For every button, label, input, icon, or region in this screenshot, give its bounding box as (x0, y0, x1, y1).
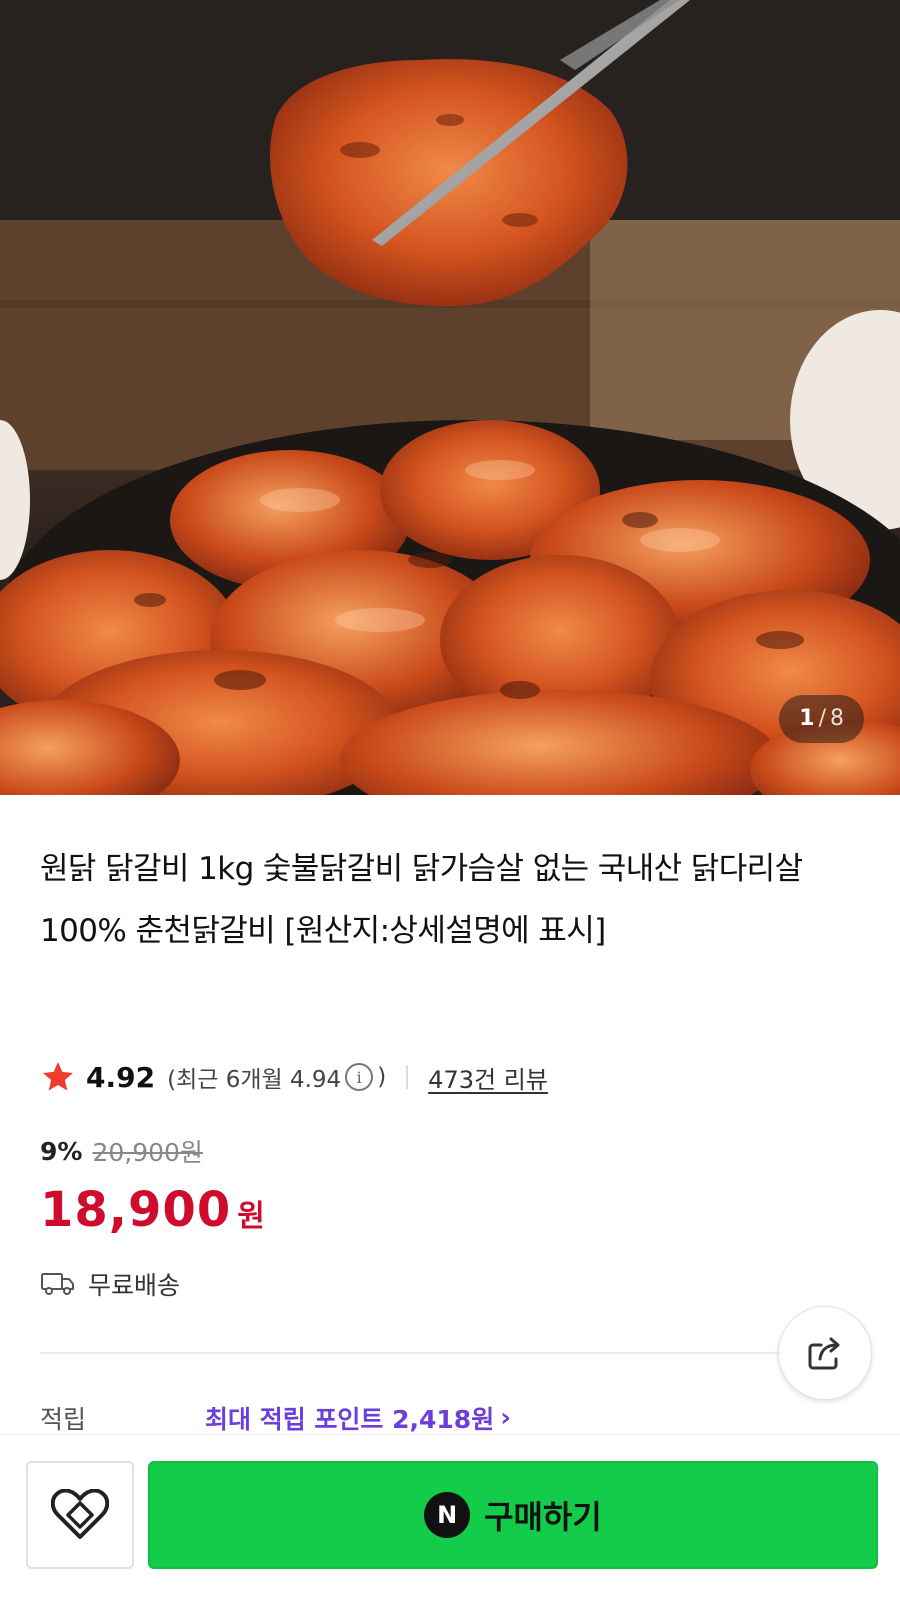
pager-separator: / (818, 706, 826, 731)
chevron-right-icon: › (500, 1403, 511, 1433)
product-image-carousel[interactable]: 1 / 8 (0, 0, 900, 795)
section-divider (40, 1352, 780, 1354)
wishlist-button[interactable] (26, 1461, 134, 1569)
star-icon (43, 1062, 73, 1091)
recent-rating: (최근 6개월 4.94 i ) (167, 1060, 386, 1094)
pager-current: 1 (799, 706, 815, 731)
sale-price: 18,900 (40, 1182, 232, 1238)
product-title: 원닭 닭갈비 1kg 숯불닭갈비 닭가슴살 없는 국내산 닭다리살 100% 춘… (40, 851, 803, 949)
buy-label: 구매하기 (484, 1498, 602, 1536)
sale-price-unit: 원 (237, 1199, 265, 1234)
share-button[interactable] (778, 1306, 872, 1400)
bottom-action-bar: N 구매하기 (0, 1434, 900, 1600)
points-value: 최대 적립 포인트 2,418원 (205, 1405, 495, 1434)
info-icon[interactable]: i (345, 1063, 374, 1091)
delivery-label: 무료배송 (88, 1271, 181, 1300)
delivery-row: 무료배송 (40, 1266, 180, 1302)
sale-price-row: 18,900 원 (40, 1182, 265, 1238)
pager-total: 8 (830, 706, 844, 731)
product-photo (0, 0, 900, 795)
points-label: 적립 (40, 1405, 87, 1434)
truck-icon (41, 1273, 74, 1295)
buy-button[interactable]: N 구매하기 (148, 1461, 878, 1569)
rating-divider (406, 1065, 409, 1089)
naver-pay-icon: N (424, 1492, 471, 1538)
discount-rate: 9% (40, 1136, 83, 1166)
discount-row: 9% 20,900원 (40, 1133, 203, 1169)
image-pager: 1 / 8 (779, 695, 864, 743)
heart-icon (51, 1489, 109, 1539)
rating-row: 4.92 (최근 6개월 4.94 i ) 473건 리뷰 (40, 1055, 548, 1099)
share-icon (808, 1337, 840, 1370)
rating-score: 4.92 (86, 1060, 156, 1094)
review-count-link[interactable]: 473건 리뷰 (428, 1060, 548, 1095)
recent-rating-text: (최근 6개월 4.94 (167, 1067, 342, 1093)
original-price: 20,900원 (92, 1138, 203, 1167)
points-link[interactable]: 최대 적립 포인트 2,418원 › (205, 1400, 511, 1436)
recent-rating-close: ) (377, 1064, 387, 1090)
points-row[interactable]: 적립 최대 적립 포인트 2,418원 › (40, 1400, 860, 1436)
